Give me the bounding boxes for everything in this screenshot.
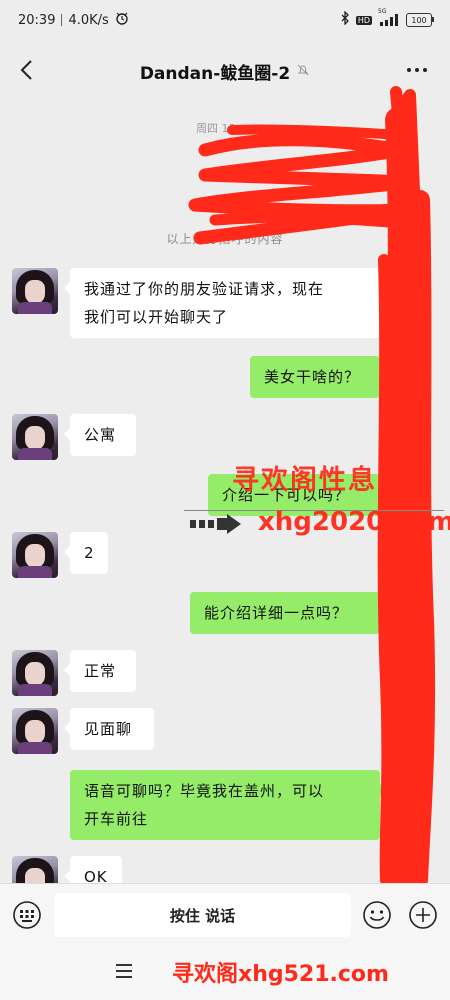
emoji-button[interactable] xyxy=(362,900,392,930)
alarm-icon xyxy=(115,11,129,29)
hd-badge: HD xyxy=(355,15,372,25)
avatar[interactable] xyxy=(12,532,58,578)
chat-screen: 20:39 4.0K/s HD 5G 100 Dandan-鲅鱼圈-2 周四 1… xyxy=(0,0,450,1000)
message-bubble-outgoing[interactable]: 美女干啥的？ xyxy=(250,356,386,398)
chevron-left-icon xyxy=(20,60,32,80)
status-separator xyxy=(61,14,63,26)
network-speed: 4.0K/s xyxy=(68,12,109,28)
message-bubble-incoming[interactable]: 见面聊 xyxy=(64,708,154,750)
message-text-line: 我通过了你的朋友验证请求，现在 xyxy=(84,280,325,298)
plus-button[interactable] xyxy=(408,900,438,930)
message-bubble-incoming[interactable]: 公寓 xyxy=(64,414,136,456)
battery-icon: 100 xyxy=(406,13,434,27)
system-message: 以上是打招呼的内容 xyxy=(166,232,284,246)
avatar[interactable] xyxy=(12,268,58,314)
message-text-line: 美女干啥的？ xyxy=(264,368,361,386)
watermark-bottom: 寻欢阁xhg521.com xyxy=(172,962,389,987)
message-bubble-outgoing[interactable]: 能介绍详细一点吗？ xyxy=(190,592,386,634)
message-text-line: 2 xyxy=(84,544,95,562)
avatar[interactable] xyxy=(12,650,58,696)
bluetooth-icon xyxy=(340,10,350,29)
message-bubble-incoming[interactable]: 2 xyxy=(64,532,108,574)
status-time: 20:39 xyxy=(18,12,56,28)
message-timestamp: 周四 13: xyxy=(196,122,240,135)
message-bubble-incoming[interactable]: 我通过了你的朋友验证请求，现在 我们可以开始聊天了 xyxy=(64,268,380,338)
status-bar: 20:39 4.0K/s HD 5G 100 xyxy=(0,0,450,40)
bottom-bar: 寻欢阁xhg521.com xyxy=(0,944,450,1000)
watermark-url: xhg2020.com xyxy=(258,507,450,537)
signal-label: 5G xyxy=(378,8,387,15)
message-text-line: 语音可聊吗？毕竟我在盖州，可以 xyxy=(84,782,325,800)
message-bubble-outgoing[interactable]: 语音可聊吗？毕竟我在盖州，可以 开车前往 xyxy=(70,770,386,840)
avatar[interactable] xyxy=(12,708,58,754)
more-button[interactable] xyxy=(402,58,432,82)
message-text-line: 公寓 xyxy=(84,426,117,444)
bell-off-icon xyxy=(296,62,310,81)
menu-lines-icon xyxy=(116,964,132,978)
chat-header: Dandan-鲅鱼圈-2 xyxy=(0,40,450,102)
plus-circle-icon xyxy=(409,901,437,929)
avatar[interactable] xyxy=(12,414,58,460)
emoji-icon xyxy=(363,901,391,929)
input-bar: 按住 说话 xyxy=(0,883,450,944)
more-dots-icon xyxy=(407,68,427,72)
keyboard-icon xyxy=(13,901,41,929)
message-text-line: 正常 xyxy=(84,662,117,680)
hold-to-talk-button[interactable]: 按住 说话 xyxy=(54,893,351,937)
arrow-right-icon xyxy=(190,514,242,538)
signal-icon: 5G xyxy=(378,8,400,26)
message-text-line: 见面聊 xyxy=(84,720,133,738)
message-text-line: 开车前往 xyxy=(84,810,149,828)
back-button[interactable] xyxy=(12,56,40,84)
message-text-line: 我们可以开始聊天了 xyxy=(84,308,229,326)
keyboard-button[interactable] xyxy=(12,900,42,930)
page-title: Dandan-鲅鱼圈-2 xyxy=(139,63,291,84)
message-text-line: 能介绍详细一点吗？ xyxy=(204,604,349,622)
watermark-text: 寻欢阁性息网 xyxy=(232,465,406,496)
message-bubble-incoming[interactable]: 正常 xyxy=(64,650,136,692)
menu-button[interactable] xyxy=(114,962,138,982)
